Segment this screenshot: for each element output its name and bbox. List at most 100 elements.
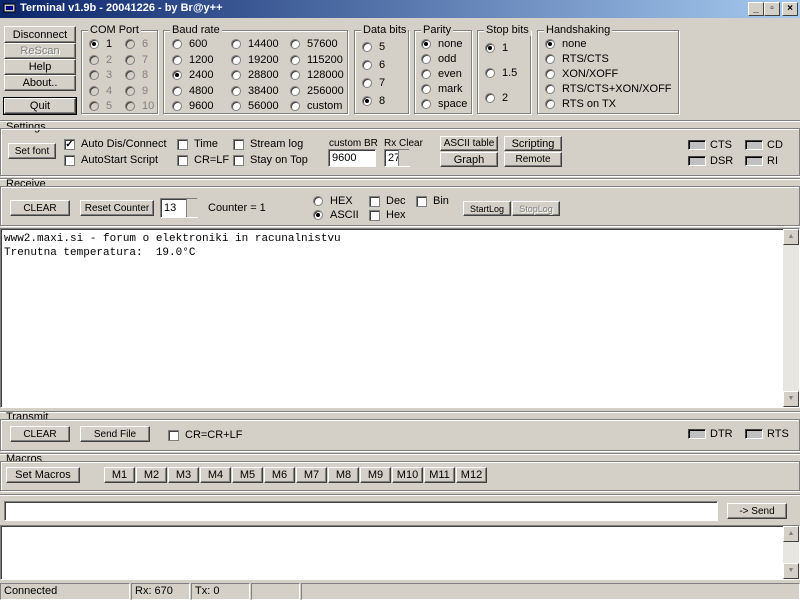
handshaking-radio-rts-on-tx[interactable]: RTS on TX (545, 98, 616, 110)
transmit-textarea[interactable]: ▲ ▼ (0, 525, 800, 580)
ascii-radio[interactable]: ASCII (313, 209, 359, 221)
parity-radio-odd[interactable]: odd (421, 53, 456, 65)
stop-bits-radio-2[interactable]: 2 (485, 92, 508, 104)
macro-button-m12[interactable]: M12 (456, 467, 487, 483)
dtr-indicator[interactable]: DTR (688, 428, 733, 440)
start-log-button[interactable]: StartLog (463, 201, 511, 216)
data-bits-radio-7[interactable]: 7 (362, 77, 385, 89)
autostart-script-checkbox[interactable]: AutoStart Script (64, 154, 158, 166)
macro-button-m11[interactable]: M11 (424, 467, 455, 483)
receive-textarea[interactable]: www2.maxi.si - forum o elektroniki in ra… (0, 228, 800, 408)
baudrate-radio-115200[interactable]: 115200 (290, 54, 343, 66)
com-port-radio-4[interactable]: 4 (89, 85, 112, 97)
macro-button-m10[interactable]: M10 (392, 467, 423, 483)
scroll-up-icon[interactable]: ▲ (783, 526, 799, 542)
baudrate-radio-128000[interactable]: 128000 (290, 69, 344, 81)
stop-bits-radio-1[interactable]: 1 (485, 42, 508, 54)
send-file-button[interactable]: Send File (80, 426, 150, 442)
ascii-table-button[interactable]: ASCII table (440, 136, 498, 151)
set-font-button[interactable]: Set font (8, 143, 56, 159)
baudrate-radio-9600[interactable]: 9600 (172, 100, 213, 112)
baudrate-radio-57600[interactable]: 57600 (290, 38, 338, 50)
parity-radio-even[interactable]: even (421, 68, 462, 80)
help-button[interactable]: Help (4, 59, 76, 75)
receive-scrollbar[interactable]: ▲ ▼ (783, 229, 799, 407)
stream-log-checkbox[interactable]: Stream log (233, 138, 303, 150)
baudrate-radio-2400[interactable]: 2400 (172, 69, 213, 81)
cr-lf-checkbox[interactable]: CR=LF (177, 154, 229, 166)
remote-button[interactable]: Remote (504, 152, 562, 167)
com-port-radio-10[interactable]: 10 (125, 100, 154, 112)
graph-button[interactable]: Graph (440, 152, 498, 167)
transmit-scrollbar[interactable]: ▲ ▼ (783, 526, 799, 579)
title-bar[interactable]: Terminal v1.9b - 20041226 - by Br@y++ _ … (0, 0, 800, 18)
com-port-radio-9[interactable]: 9 (125, 85, 148, 97)
reset-counter-button[interactable]: Reset Counter (80, 200, 154, 216)
close-icon[interactable]: × (782, 2, 798, 16)
send-button[interactable]: -> Send (727, 503, 787, 519)
transmit-clear-button[interactable]: CLEAR (10, 426, 70, 442)
rx-clear-spinner[interactable] (398, 150, 410, 166)
baudrate-radio-28800[interactable]: 28800 (231, 69, 279, 81)
scroll-down-icon[interactable]: ▼ (783, 391, 799, 407)
data-bits-radio-5[interactable]: 5 (362, 41, 385, 53)
auto-dis-connect-checkbox[interactable]: ✓ Auto Dis/Connect (64, 138, 167, 150)
dec-checkbox[interactable]: Dec (369, 195, 406, 207)
com-port-radio-6[interactable]: 6 (125, 38, 148, 50)
time-checkbox[interactable]: Time (177, 138, 218, 150)
parity-radio-none[interactable]: none (421, 38, 462, 50)
macro-button-m4[interactable]: M4 (200, 467, 231, 483)
scroll-up-icon[interactable]: ▲ (783, 229, 799, 245)
data-bits-radio-6[interactable]: 6 (362, 59, 385, 71)
macro-button-m6[interactable]: M6 (264, 467, 295, 483)
receive-clear-button[interactable]: CLEAR (10, 200, 70, 216)
scroll-down-icon[interactable]: ▼ (783, 563, 799, 579)
custom-br-input[interactable]: 9600 (328, 149, 376, 167)
disconnect-button[interactable]: Disconnect (4, 26, 76, 43)
baudrate-radio-600[interactable]: 600 (172, 38, 207, 50)
macro-button-m7[interactable]: M7 (296, 467, 327, 483)
macro-button-m2[interactable]: M2 (136, 467, 167, 483)
parity-radio-mark[interactable]: mark (421, 83, 462, 95)
baudrate-radio-4800[interactable]: 4800 (172, 85, 213, 97)
handshaking-radio-xon-xoff[interactable]: XON/XOFF (545, 68, 618, 80)
baudrate-radio-256000[interactable]: 256000 (290, 85, 344, 97)
baudrate-radio-1200[interactable]: 1200 (172, 54, 213, 66)
baudrate-radio-14400[interactable]: 14400 (231, 38, 279, 50)
hex-radio[interactable]: HEX (313, 195, 353, 207)
macro-button-m1[interactable]: M1 (104, 467, 135, 483)
handshaking-radio-rts-cts-xon-xoff[interactable]: RTS/CTS+XON/XOFF (545, 83, 672, 95)
stop-bits-radio-1-5[interactable]: 1.5 (485, 67, 517, 79)
data-bits-radio-8[interactable]: 8 (362, 95, 385, 107)
baudrate-radio-custom[interactable]: custom (290, 100, 342, 112)
stay-on-top-checkbox[interactable]: Stay on Top (233, 154, 308, 166)
handshaking-radio-none[interactable]: none (545, 38, 586, 50)
scripting-button[interactable]: Scripting (504, 136, 562, 151)
com-port-radio-2[interactable]: 2 (89, 54, 112, 66)
rts-indicator[interactable]: RTS (745, 428, 789, 440)
stop-log-button[interactable]: StopLog (512, 201, 560, 216)
counter-spinner[interactable] (186, 199, 198, 217)
cr-crlf-checkbox[interactable]: CR=CR+LF (168, 429, 242, 441)
macro-button-m5[interactable]: M5 (232, 467, 263, 483)
quit-button[interactable]: Quit (3, 97, 77, 115)
macro-button-m3[interactable]: M3 (168, 467, 199, 483)
baudrate-radio-56000[interactable]: 56000 (231, 100, 279, 112)
com-port-radio-3[interactable]: 3 (89, 69, 112, 81)
baudrate-radio-19200[interactable]: 19200 (231, 54, 279, 66)
com-port-radio-8[interactable]: 8 (125, 69, 148, 81)
maximize-icon[interactable]: ▫ (764, 2, 780, 16)
about-button[interactable]: About.. (4, 75, 76, 91)
set-macros-button[interactable]: Set Macros (6, 467, 80, 483)
parity-radio-space[interactable]: space (421, 98, 467, 110)
minimize-icon[interactable]: _ (748, 2, 764, 16)
hex-checkbox[interactable]: Hex (369, 209, 406, 221)
bin-checkbox[interactable]: Bin (416, 195, 449, 207)
com-port-radio-1[interactable]: 1 (89, 38, 112, 50)
macro-button-m8[interactable]: M8 (328, 467, 359, 483)
send-input[interactable] (4, 501, 718, 521)
baudrate-radio-38400[interactable]: 38400 (231, 85, 279, 97)
handshaking-radio-rts-cts[interactable]: RTS/CTS (545, 53, 609, 65)
macro-button-m9[interactable]: M9 (360, 467, 391, 483)
com-port-radio-7[interactable]: 7 (125, 54, 148, 66)
